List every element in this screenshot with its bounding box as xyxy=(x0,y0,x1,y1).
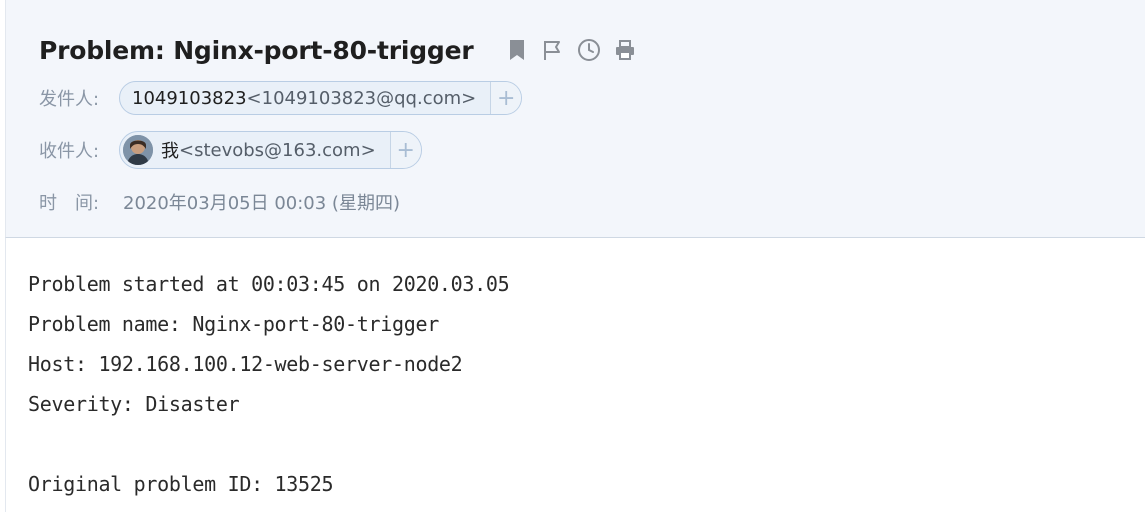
from-label: 发件人: xyxy=(39,89,100,110)
body-line xyxy=(28,424,509,464)
time-value: 2020年03月05日 00:03 (星期四) xyxy=(123,193,400,214)
sender-name: 1049103823 xyxy=(132,87,247,109)
body-line: Original problem ID: 13525 xyxy=(28,472,334,496)
flag-icon[interactable] xyxy=(540,37,566,63)
body-line: Severity: Disaster xyxy=(28,392,240,416)
mail-header: Problem: Nginx-port-80-trigger 发件人: 1049… xyxy=(5,0,1145,238)
recipient-name: 我 xyxy=(161,141,179,162)
from-row: 发件人: 1049103823 <1049103823@qq.com> + xyxy=(39,81,523,115)
time-row: 时 间: 2020年03月05日 00:03 (星期四) xyxy=(39,189,400,215)
print-icon[interactable] xyxy=(612,37,638,63)
sender-chip[interactable]: 1049103823 <1049103823@qq.com> + xyxy=(119,81,523,115)
add-recipient-contact-button[interactable]: + xyxy=(389,132,421,168)
body-line: Host: 192.168.100.12-web-server-node2 xyxy=(28,352,463,376)
sender-email: <1049103823@qq.com> xyxy=(246,87,477,109)
content-divider xyxy=(5,238,6,512)
bookmark-icon[interactable] xyxy=(504,37,530,63)
time-label: 时 间: xyxy=(39,193,100,214)
body-line: Problem started at 00:03:45 on 2020.03.0… xyxy=(28,272,510,296)
subject-row: Problem: Nginx-port-80-trigger xyxy=(39,30,638,70)
header-toolbar xyxy=(504,37,638,63)
mail-body: Problem started at 00:03:45 on 2020.03.0… xyxy=(28,264,510,504)
recipient-email: <stevobs@163.com> xyxy=(179,139,376,161)
mail-subject: Problem: Nginx-port-80-trigger xyxy=(39,35,474,65)
recipient-contact[interactable]: 我 <stevobs@163.com> xyxy=(120,132,390,168)
clock-icon[interactable] xyxy=(576,37,602,63)
add-sender-contact-button[interactable]: + xyxy=(490,82,522,114)
body-line: Problem name: Nginx-port-80-trigger xyxy=(28,312,439,336)
to-label: 收件人: xyxy=(39,141,100,162)
avatar xyxy=(123,135,153,165)
recipient-chip[interactable]: 我 <stevobs@163.com> + xyxy=(119,131,422,169)
sender-contact[interactable]: 1049103823 <1049103823@qq.com> xyxy=(120,82,490,114)
to-row: 收件人: 我 <stevobs@163.com> + xyxy=(39,131,422,169)
